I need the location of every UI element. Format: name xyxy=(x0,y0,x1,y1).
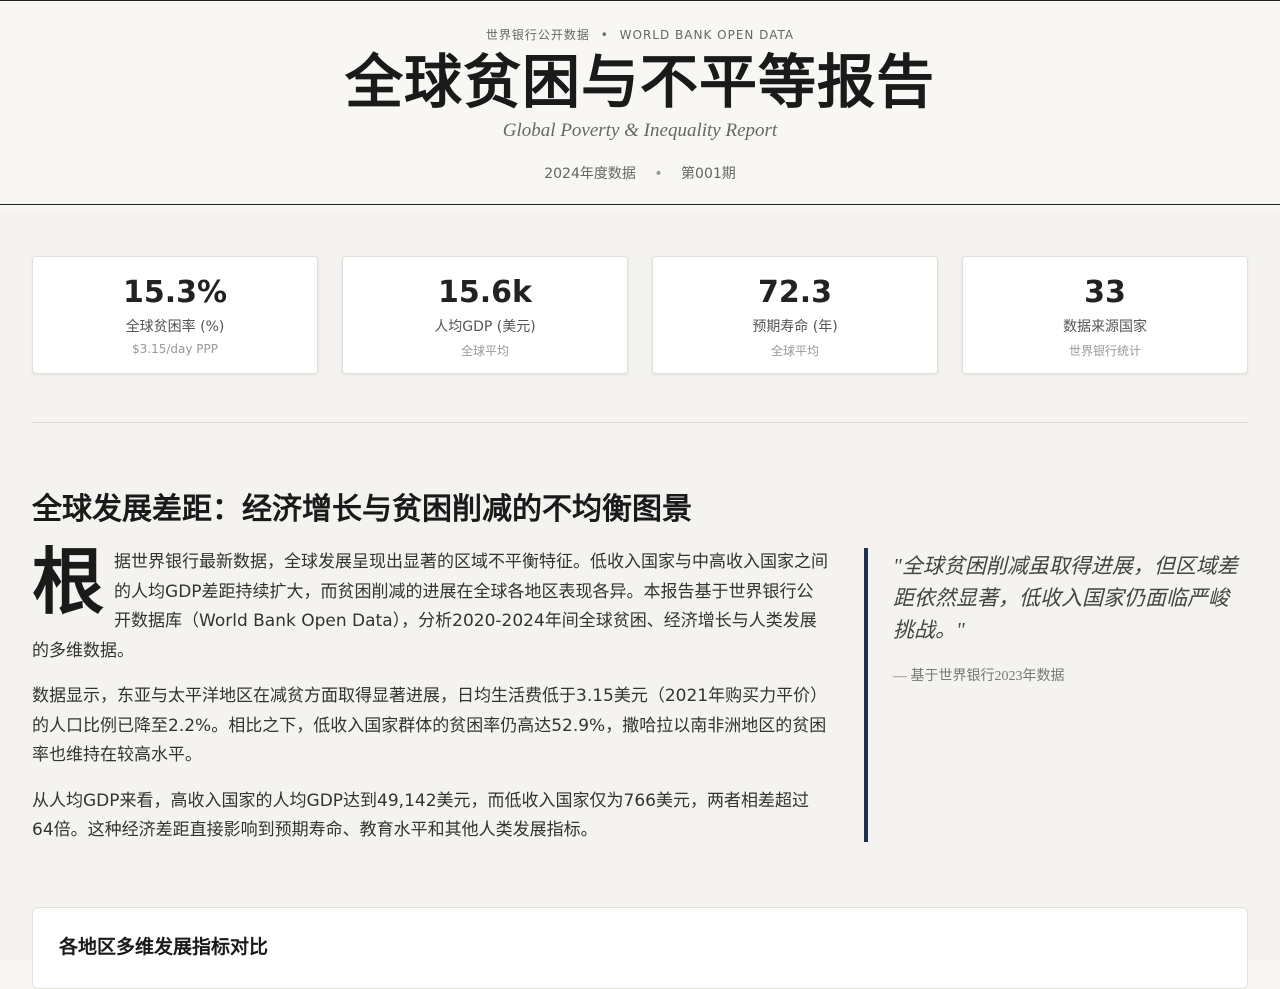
stat-note: $3.15/day PPP xyxy=(132,342,218,356)
kicker-separator: • xyxy=(600,28,609,42)
panel-title: 各地区多维发展指标对比 xyxy=(59,936,269,958)
meta-separator: • xyxy=(654,166,663,182)
kicker-en: WORLD BANK OPEN DATA xyxy=(619,28,795,42)
article-paragraph-2: 数据显示，东亚与太平洋地区在减贫方面取得显著进展，日均生活费低于3.15美元（2… xyxy=(32,686,828,765)
stat-value: 15.6k xyxy=(438,275,532,310)
article-paragraph-3: 从人均GDP来看，高收入国家的人均GDP达到49,142美元，而低收入国家仅为7… xyxy=(32,790,809,841)
stat-note: 全球平均 xyxy=(460,344,509,358)
masthead-kicker: 世界银行公开数据 • WORLD BANK OPEN DATA xyxy=(0,26,1280,43)
stat-label: 人均GDP (美元) xyxy=(434,319,536,335)
regional-comparison-panel: 各地区多维发展指标对比 xyxy=(32,907,1248,989)
masthead: 世界银行公开数据 • WORLD BANK OPEN DATA 全球贫困与不平等… xyxy=(0,0,1280,204)
stat-value: 33 xyxy=(1084,275,1126,310)
section-divider xyxy=(32,422,1248,423)
report-title: 全球贫困与不平等报告 xyxy=(344,48,935,116)
report-subtitle: Global Poverty & Inequality Report xyxy=(502,120,778,141)
stat-value: 72.3 xyxy=(757,275,833,310)
article-title: 全球发展差距：经济增长与贫困削减的不均衡图景 xyxy=(32,492,692,527)
report-meta: 2024年度数据 • 第001期 xyxy=(0,163,1280,183)
article-paragraph-1: 根据世界银行最新数据，全球发展呈现出显著的区域不平衡特征。低收入国家与中高收入国… xyxy=(32,539,830,666)
paragraph-1-text: 据世界银行最新数据，全球发展呈现出显著的区域不平衡特征。低收入国家与中高收入国家… xyxy=(32,552,829,661)
stat-note: 世界银行统计 xyxy=(1068,344,1141,358)
stat-card-countries: 33 数据来源国家 世界银行统计 xyxy=(962,256,1248,374)
kicker-cn: 世界银行公开数据 xyxy=(485,28,590,42)
stat-card-poverty-rate: 15.3% 全球贫困率 (%) $3.15/day PPP xyxy=(32,256,318,374)
stat-cards: 15.3% 全球贫困率 (%) $3.15/day PPP 15.6k 人均GD… xyxy=(32,256,1248,374)
pull-quote-text: "全球贫困削减虽取得进展，但区域差距依然显著，低收入国家仍面临严峻挑战。" xyxy=(893,554,1238,642)
drop-cap: 根 xyxy=(32,539,105,624)
article-body: 根据世界银行最新数据，全球发展呈现出显著的区域不平衡特征。低收入国家与中高收入国… xyxy=(32,539,830,862)
issue-label: 第001期 xyxy=(681,166,736,182)
pull-quote: "全球贫困削减虽取得进展，但区域差距依然显著，低收入国家仍面临严峻挑战。" — … xyxy=(864,548,1252,842)
pull-quote-citation: — 基于世界银行2023年数据 xyxy=(893,669,1065,684)
stat-label: 全球贫困率 (%) xyxy=(125,319,225,335)
stat-value: 15.3% xyxy=(122,275,228,310)
stat-card-life-expectancy: 72.3 预期寿命 (年) 全球平均 xyxy=(652,256,938,374)
edition-label: 2024年度数据 xyxy=(544,166,636,182)
stat-note: 全球平均 xyxy=(770,344,819,358)
stat-label: 预期寿命 (年) xyxy=(752,319,838,335)
stat-label: 数据来源国家 xyxy=(1063,319,1147,335)
stat-card-gdp-per-capita: 15.6k 人均GDP (美元) 全球平均 xyxy=(342,256,628,374)
